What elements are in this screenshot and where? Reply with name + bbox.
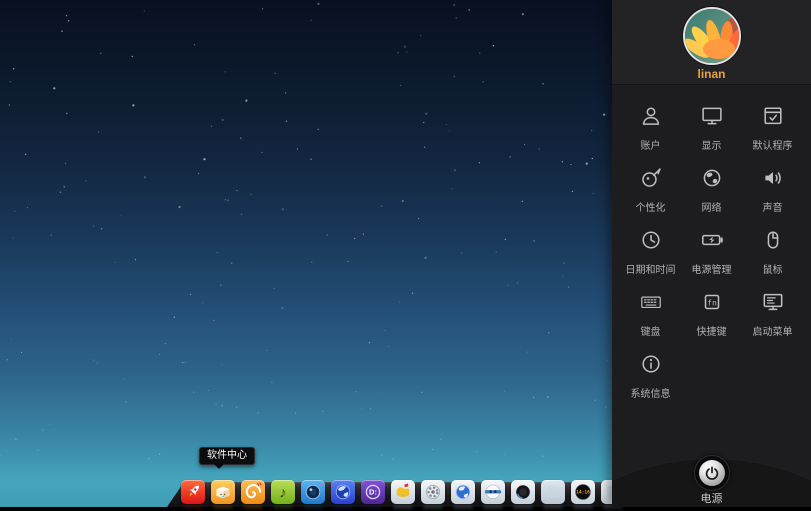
user-icon: [638, 103, 664, 134]
setting-label: 快捷键: [697, 323, 727, 338]
setting-item-boot-menu[interactable]: 启动菜单: [742, 289, 803, 338]
setting-item-sound[interactable]: 声音: [742, 165, 803, 214]
setting-label: 启动菜单: [753, 323, 793, 338]
svg-text:D:: D:: [369, 488, 377, 497]
monitor-icon: [699, 103, 725, 134]
dock-item-camera-app[interactable]: [301, 480, 325, 504]
setting-item-personalization[interactable]: 个性化: [620, 165, 681, 214]
settings-grid: 账户 显示 默认程序 个性化 网络 声音 日期和时间 电源管理 鼠标 键盘 fn…: [620, 103, 803, 400]
power-icon: [703, 464, 721, 482]
power-button-face: [699, 460, 725, 486]
speaker-icon: [760, 165, 786, 196]
setting-item-keyboard[interactable]: 键盘: [620, 289, 681, 338]
setting-item-accounts[interactable]: 账户: [620, 103, 681, 152]
setting-label: 系统信息: [631, 385, 671, 400]
dock-tooltip-label: 软件中心: [207, 450, 247, 461]
battery-icon: [699, 227, 725, 258]
clock-icon: [638, 227, 664, 258]
setting-label: 账户: [641, 137, 661, 152]
info-circle-icon: [638, 351, 664, 382]
setting-label: 网络: [702, 199, 722, 214]
setting-item-default-applications[interactable]: 默认程序: [742, 103, 803, 152]
setting-label: 个性化: [636, 199, 666, 214]
dock: ♪ D: 14:16: [181, 480, 625, 504]
boot-screen-icon: [760, 289, 786, 320]
setting-item-network[interactable]: 网络: [681, 165, 742, 214]
svg-text:♪: ♪: [279, 485, 287, 502]
tooltip-arrow-icon: [214, 464, 224, 469]
setting-item-date-time[interactable]: 日期和时间: [620, 227, 681, 276]
setting-item-system-info[interactable]: 系统信息: [620, 351, 681, 400]
dock-item-music-player[interactable]: ♪: [271, 480, 295, 504]
user-section: linan: [612, 0, 811, 85]
dock-item-file-manager[interactable]: [391, 480, 415, 504]
setting-label: 电源管理: [692, 261, 732, 276]
svg-text:fn: fn: [707, 297, 717, 307]
power-label: 电源: [612, 490, 811, 506]
avatar-flower-image: [685, 9, 739, 63]
palette-icon: [638, 165, 664, 196]
dock-item-clock-app[interactable]: 14:16: [571, 480, 595, 504]
setting-item-display[interactable]: 显示: [681, 103, 742, 152]
keyboard-icon: [638, 289, 664, 320]
dock-item-blank-app[interactable]: [541, 480, 565, 504]
fn-key-icon: fn: [699, 289, 725, 320]
dock-item-screen-tool[interactable]: [511, 480, 535, 504]
dock-item-movie-player[interactable]: D:: [361, 480, 385, 504]
control-center-panel: linan 账户 显示 默认程序 个性化 网络 声音 日期和时间 电源管理 鼠标…: [612, 0, 811, 507]
dock-item-browser[interactable]: [331, 480, 355, 504]
setting-label: 鼠标: [763, 261, 783, 276]
setting-label: 键盘: [641, 323, 661, 338]
dock-item-software-center[interactable]: [211, 480, 235, 504]
setting-label: 显示: [702, 137, 722, 152]
dock-item-web-browser[interactable]: [451, 480, 475, 504]
setting-item-mouse[interactable]: 鼠标: [742, 227, 803, 276]
setting-label: 日期和时间: [626, 261, 676, 276]
mouse-icon: [760, 227, 786, 258]
setting-item-power-management[interactable]: 电源管理: [681, 227, 742, 276]
power-button[interactable]: [694, 455, 730, 491]
setting-label: 声音: [763, 199, 783, 214]
globe-wire-icon: [699, 165, 725, 196]
setting-item-shortcuts[interactable]: fn 快捷键: [681, 289, 742, 338]
dock-item-media-app[interactable]: [241, 480, 265, 504]
dock-tooltip: 软件中心: [199, 447, 255, 465]
dock-item-system-settings[interactable]: [421, 480, 445, 504]
setting-label: 默认程序: [753, 137, 793, 152]
dock-item-launcher[interactable]: [181, 480, 205, 504]
username: linan: [612, 67, 811, 81]
svg-text:14:16: 14:16: [576, 490, 590, 496]
checklist-window-icon: [760, 103, 786, 134]
dock-item-qq-messenger[interactable]: [481, 480, 505, 504]
avatar[interactable]: [683, 7, 741, 65]
